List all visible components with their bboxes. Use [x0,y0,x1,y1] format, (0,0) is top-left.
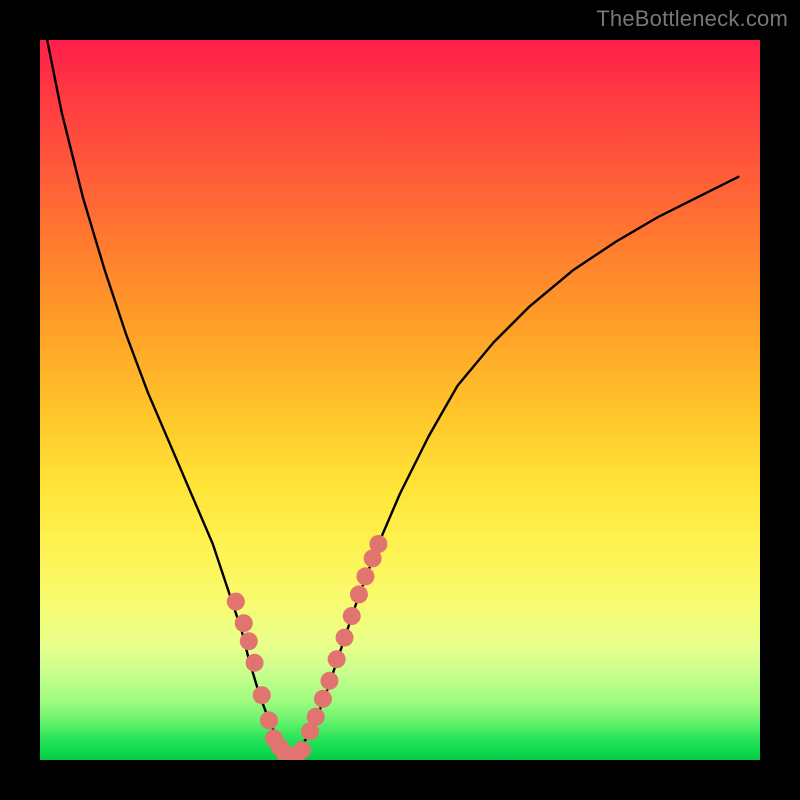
data-marker [343,607,361,625]
data-marker [314,690,332,708]
data-marker [260,711,278,729]
plot-svg [40,40,760,760]
bottleneck-curve [292,177,738,757]
data-marker [328,650,346,668]
data-marker [350,585,368,603]
chart-frame: TheBottleneck.com [0,0,800,800]
bottleneck-curve [47,40,292,756]
data-marker [320,672,338,690]
data-marker [246,654,264,672]
data-marker [369,535,387,553]
watermark-label: TheBottleneck.com [596,6,788,32]
data-marker [240,632,258,650]
marker-layer [227,535,388,760]
data-marker [307,708,325,726]
data-marker [253,686,271,704]
curve-layer [47,40,738,756]
bottleneck-plot [40,40,760,760]
data-marker [227,593,245,611]
data-marker [293,741,311,759]
data-marker [235,614,253,632]
data-marker [356,567,374,585]
data-marker [336,629,354,647]
